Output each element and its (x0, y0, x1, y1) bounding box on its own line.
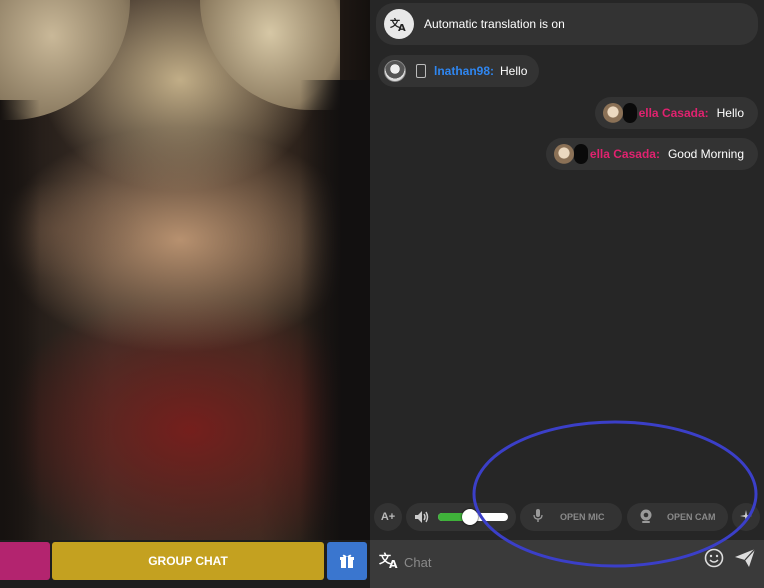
chat-input[interactable] (402, 548, 696, 576)
media-controls: A+ OPEN MIC OPEN CAM (370, 503, 764, 533)
chat-message: lnathan98: Hello (378, 55, 540, 87)
video-stream (0, 0, 370, 540)
gift-button[interactable] (327, 542, 367, 580)
redacted-mark (622, 103, 637, 123)
open-cam-button[interactable]: OPEN CAM (627, 503, 728, 531)
volume-slider[interactable] (438, 509, 508, 525)
chat-panel: 文 A Automatic translation is on lnathan9… (370, 0, 764, 588)
volume-slider-handle[interactable] (461, 509, 478, 525)
avatar (602, 103, 623, 123)
avatar (553, 144, 574, 164)
pink-action-button[interactable] (0, 542, 50, 580)
redacted-mark (573, 144, 588, 164)
group-chat-button[interactable]: GROUP CHAT (52, 542, 324, 580)
message-username[interactable]: lnathan98: (434, 64, 494, 78)
font-size-label: A+ (380, 511, 396, 523)
open-mic-button[interactable]: OPEN MIC (520, 503, 622, 531)
mic-icon (532, 508, 544, 526)
translation-notice-text: Automatic translation is on (424, 17, 565, 31)
open-cam-label: OPEN CAM (667, 512, 716, 522)
message-text: Hello (500, 64, 528, 78)
message-username[interactable]: ella Casada: (639, 106, 709, 120)
font-size-button[interactable]: A+ (374, 503, 402, 531)
effects-icon (740, 510, 752, 524)
translation-notice: 文 A Automatic translation is on (376, 3, 758, 45)
speaker-icon[interactable] (414, 510, 430, 524)
video-shadow-left (0, 100, 40, 540)
emoji-icon[interactable] (703, 548, 725, 570)
chat-input-bar: 文 A (370, 540, 764, 588)
chat-message: ella Casada: Good Morning (545, 138, 758, 170)
gift-icon (340, 554, 354, 568)
svg-text:A: A (389, 558, 398, 570)
effects-button[interactable] (732, 503, 760, 531)
chat-message: ella Casada: Hello (594, 97, 758, 129)
volume-control (406, 503, 516, 531)
open-mic-label: OPEN MIC (560, 512, 605, 522)
message-username[interactable]: ella Casada: (590, 147, 660, 161)
phone-icon (416, 64, 426, 78)
message-text: Good Morning (667, 147, 744, 161)
svg-text:A: A (398, 23, 406, 32)
video-shadow-right (300, 80, 370, 540)
send-icon[interactable] (734, 548, 756, 570)
webcam-icon (639, 509, 652, 526)
translate-toggle-icon[interactable]: 文 A (379, 550, 401, 572)
message-text: Hello (716, 106, 744, 120)
action-bar: GROUP CHAT (0, 540, 370, 588)
translate-icon: 文 A (384, 9, 414, 39)
avatar (384, 60, 406, 82)
